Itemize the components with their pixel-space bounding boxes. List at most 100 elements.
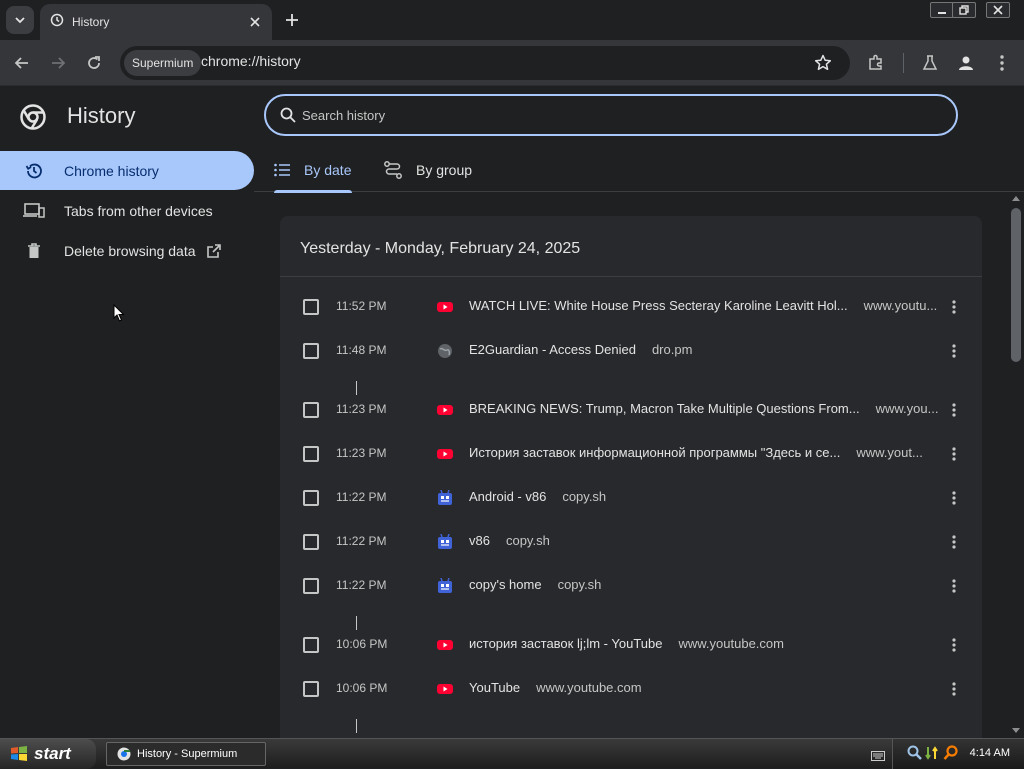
entry-title[interactable]: история заставок lj;lm - YouTube <box>469 636 662 651</box>
site-chip[interactable]: Supermium <box>124 50 202 76</box>
entry-link[interactable]: WATCH LIVE: White House Press Secteray K… <box>469 298 937 313</box>
entry-title[interactable]: YouTube <box>469 680 520 695</box>
entry-title[interactable]: copy's home <box>469 577 542 592</box>
url-text[interactable]: chrome://history <box>201 53 301 69</box>
entry-title[interactable]: История заставок информационной программ… <box>469 445 840 460</box>
search-input[interactable] <box>302 104 902 126</box>
history-icon <box>50 13 64 32</box>
sidebar-item-chrome-history[interactable]: Chrome history <box>0 151 254 190</box>
system-tray: 4:14 AM <box>871 739 1024 769</box>
select-checkbox[interactable] <box>303 490 319 506</box>
more-actions-button[interactable] <box>944 297 964 317</box>
entry-time: 11:22 PM <box>336 490 387 504</box>
taskbar: start History - Supermium 4:14 AM <box>0 738 1024 769</box>
entry-title[interactable]: Android - v86 <box>469 489 546 504</box>
entry-title[interactable]: E2Guardian - Access Denied <box>469 342 636 357</box>
entry-link[interactable]: YouTube www.youtube.com <box>469 680 642 695</box>
select-checkbox[interactable] <box>303 446 319 462</box>
kebab-menu-icon <box>952 682 956 696</box>
page-title: History <box>67 103 136 128</box>
copysh-favicon-icon <box>437 533 453 550</box>
network-icon[interactable] <box>925 745 939 766</box>
search-box[interactable] <box>264 94 958 136</box>
labs-button[interactable] <box>916 49 944 77</box>
history-entry-row[interactable]: 11:48 PM E2Guardian - Access Denied dro.pm <box>280 329 982 373</box>
history-entry-row[interactable]: 11:52 PM WATCH LIVE: White House Press Se… <box>280 285 982 329</box>
tab-by-date[interactable]: By date <box>274 148 353 193</box>
start-button[interactable]: start <box>0 739 96 769</box>
history-entry-row[interactable]: 10:06 PM история заставок lj;lm - YouTube… <box>280 623 982 667</box>
entry-time: 10:06 PM <box>336 637 388 651</box>
entry-link[interactable]: v86 copy.sh <box>469 533 550 548</box>
scroll-down-icon[interactable] <box>1012 728 1020 734</box>
forward-button[interactable] <box>44 49 72 77</box>
select-checkbox[interactable] <box>303 534 319 550</box>
more-actions-button[interactable] <box>944 488 964 508</box>
entry-time: 11:48 PM <box>336 343 387 357</box>
entry-title[interactable]: BREAKING NEWS: Trump, Macron Take Multip… <box>469 401 860 416</box>
history-entry-row[interactable]: 11:22 PM copy's home copy.sh <box>280 564 982 608</box>
entry-link[interactable]: copy's home copy.sh <box>469 577 601 592</box>
entry-link[interactable]: история заставок lj;lm - YouTube www.yout… <box>469 636 784 651</box>
profile-button[interactable] <box>952 49 980 77</box>
menu-button[interactable] <box>988 49 1016 77</box>
kebab-menu-icon <box>952 491 956 505</box>
scroll-up-icon[interactable] <box>1012 195 1020 201</box>
select-checkbox[interactable] <box>303 681 319 697</box>
taskbar-item-history[interactable]: History - Supermium <box>106 742 266 766</box>
select-checkbox[interactable] <box>303 637 319 653</box>
page-scrollbar[interactable] <box>1008 192 1024 738</box>
more-actions-button[interactable] <box>944 341 964 361</box>
history-entry-row[interactable]: 11:23 PM История заставок информационной … <box>280 432 982 476</box>
more-actions-button[interactable] <box>944 679 964 699</box>
entry-time: 11:22 PM <box>336 578 387 592</box>
sidebar-item-delete-browsing-data[interactable]: Delete browsing data <box>0 231 254 270</box>
select-checkbox[interactable] <box>303 299 319 315</box>
copysh-favicon-icon <box>437 489 453 506</box>
browser-tab-history[interactable]: History <box>40 4 272 40</box>
more-actions-button[interactable] <box>944 532 964 552</box>
keyboard-icon[interactable] <box>871 748 885 766</box>
toolbar-separator <box>903 53 904 73</box>
entry-title[interactable]: v86 <box>469 533 490 548</box>
restore-button[interactable] <box>948 0 980 20</box>
tab-strip: History <box>0 0 1024 40</box>
bookmark-star-icon[interactable] <box>814 54 832 77</box>
magnifier-icon[interactable] <box>907 745 923 766</box>
restore-icon <box>959 5 969 15</box>
history-entry-row[interactable]: 10:06 PM YouTube www.youtube.com <box>280 667 982 711</box>
new-tab-button[interactable] <box>280 8 304 32</box>
select-checkbox[interactable] <box>303 343 319 359</box>
more-actions-button[interactable] <box>944 444 964 464</box>
tab-by-group[interactable]: By group <box>384 148 472 192</box>
entry-title[interactable]: WATCH LIVE: White House Press Secteray K… <box>469 298 848 313</box>
history-entry-row[interactable]: 11:23 PM BREAKING NEWS: Trump, Macron Tak… <box>280 388 982 432</box>
entry-link[interactable]: E2Guardian - Access Denied dro.pm <box>469 342 692 357</box>
tab-search-button[interactable] <box>6 6 34 34</box>
select-checkbox[interactable] <box>303 402 319 418</box>
youtube-favicon-icon <box>437 681 453 697</box>
search-tray-icon[interactable] <box>943 745 959 766</box>
history-entry-row[interactable]: 11:22 PM v86 copy.sh <box>280 520 982 564</box>
entry-domain: www.you... <box>875 401 939 416</box>
close-tab-icon[interactable] <box>244 11 266 33</box>
entry-domain: dro.pm <box>651 342 693 357</box>
history-entry-row[interactable]: 11:22 PM Android - v86 copy.sh <box>280 476 982 520</box>
back-button[interactable] <box>8 49 36 77</box>
sidebar-item-tabs-other-devices[interactable]: Tabs from other devices <box>0 191 254 230</box>
more-actions-button[interactable] <box>944 576 964 596</box>
entry-link[interactable]: BREAKING NEWS: Trump, Macron Take Multip… <box>469 401 938 416</box>
close-window-button[interactable] <box>982 0 1014 20</box>
chrome-logo-icon <box>20 104 46 135</box>
entry-link[interactable]: Android - v86 copy.sh <box>469 489 606 504</box>
scroll-thumb[interactable] <box>1011 208 1021 362</box>
more-actions-button[interactable] <box>944 400 964 420</box>
reload-icon <box>88 56 100 69</box>
more-actions-button[interactable] <box>944 635 964 655</box>
address-bar[interactable]: Supermium chrome://history <box>120 46 850 80</box>
reload-button[interactable] <box>80 49 108 77</box>
entry-link[interactable]: История заставок информационной программ… <box>469 445 923 460</box>
extensions-button[interactable] <box>862 49 890 77</box>
select-checkbox[interactable] <box>303 578 319 594</box>
taskbar-item-label: History - Supermium <box>137 748 238 760</box>
